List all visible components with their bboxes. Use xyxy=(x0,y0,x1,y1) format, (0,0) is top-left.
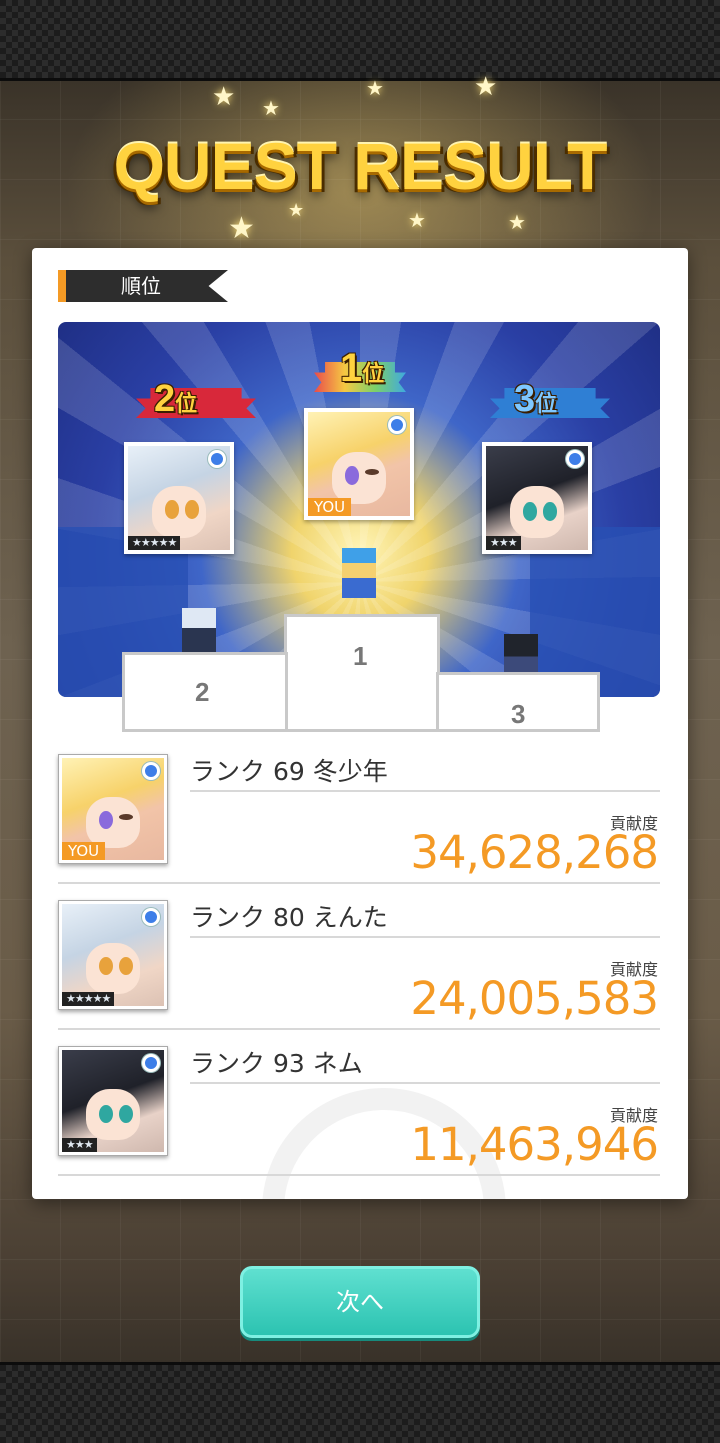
rarity-stars-icon: ★★★★★ xyxy=(62,992,115,1006)
dark-hair-portrait: ★★★ xyxy=(62,1050,164,1152)
you-tag: YOU xyxy=(308,498,352,516)
divider xyxy=(58,882,660,884)
section-header: 順位 xyxy=(58,270,228,302)
divider xyxy=(190,790,660,792)
section-header-label: 順位 xyxy=(121,274,161,298)
first-place-sprite xyxy=(342,548,376,598)
blonde-girl-portrait: YOU xyxy=(308,412,410,516)
podium-step-third: 3 xyxy=(436,672,600,732)
online-status-icon xyxy=(566,450,584,468)
next-button[interactable]: 次へ xyxy=(240,1266,480,1338)
rarity-stars-icon: ★★★★★ xyxy=(128,536,181,550)
bottom-border-band xyxy=(0,1362,720,1443)
player-portrait[interactable]: ★★★★★ xyxy=(58,900,168,1010)
online-status-icon xyxy=(208,450,226,468)
sparkle-star-icon: ★ xyxy=(262,96,280,120)
silver-hair-portrait: ★★★★★ xyxy=(62,904,164,1006)
divider xyxy=(58,1028,660,1030)
silver-hair-portrait: ★★★★★ xyxy=(128,446,230,550)
quest-result-title: QUEST RESULT xyxy=(113,129,608,203)
sparkle-star-icon: ★ xyxy=(288,200,305,221)
online-status-icon xyxy=(142,908,160,926)
second-place-label: 2位 xyxy=(154,378,198,420)
divider xyxy=(190,936,660,938)
player-name: ランク 69 冬少年 xyxy=(190,757,388,786)
divider xyxy=(58,1174,660,1176)
sparkle-star-icon: ★ xyxy=(408,208,426,232)
result-panel: 順位 2位 1位 3位 ★★★★★ YOU ★★★ 1 2 3 YOU ランク … xyxy=(32,248,688,1199)
divider xyxy=(190,1082,660,1084)
online-status-icon xyxy=(388,416,406,434)
sparkle-star-icon: ★ xyxy=(212,82,236,112)
you-tag: YOU xyxy=(62,842,106,860)
second-place-sprite xyxy=(182,608,216,658)
online-status-icon xyxy=(142,1054,160,1072)
dark-hair-portrait: ★★★ xyxy=(486,446,588,550)
contribution-score: 11,463,946 xyxy=(410,1118,659,1171)
contribution-score: 34,628,268 xyxy=(410,826,659,879)
second-place-portrait[interactable]: ★★★★★ xyxy=(124,442,234,554)
sparkle-star-icon: ★ xyxy=(508,210,526,234)
player-name: ランク 80 えんた xyxy=(190,903,388,932)
sparkle-star-icon: ★ xyxy=(228,211,255,246)
ranking-row[interactable]: YOU ランク 69 冬少年 貢献度 34,628,268 xyxy=(58,754,660,884)
sparkle-star-icon: ★ xyxy=(474,72,498,102)
third-place-portrait[interactable]: ★★★ xyxy=(482,442,592,554)
first-place-portrait[interactable]: YOU xyxy=(304,408,414,520)
podium-step-first: 1 xyxy=(284,614,440,732)
ranking-row[interactable]: ★★★★★ ランク 80 えんた 貢献度 24,005,583 xyxy=(58,900,660,1030)
rarity-stars-icon: ★★★ xyxy=(62,1138,97,1152)
sparkle-star-icon: ★ xyxy=(366,76,384,100)
blonde-girl-portrait: YOU xyxy=(62,758,164,860)
podium-step-second: 2 xyxy=(122,652,288,732)
top-border-band xyxy=(0,0,720,81)
ranking-row[interactable]: ★★★ ランク 93 ネム 貢献度 11,463,946 xyxy=(58,1046,660,1176)
player-portrait[interactable]: ★★★ xyxy=(58,1046,168,1156)
third-place-label: 3位 xyxy=(514,378,558,420)
first-place-label: 1位 xyxy=(340,346,385,390)
contribution-score: 24,005,583 xyxy=(410,972,659,1025)
rarity-stars-icon: ★★★ xyxy=(486,536,521,550)
player-portrait[interactable]: YOU xyxy=(58,754,168,864)
online-status-icon xyxy=(142,762,160,780)
player-name: ランク 93 ネム xyxy=(190,1049,363,1078)
